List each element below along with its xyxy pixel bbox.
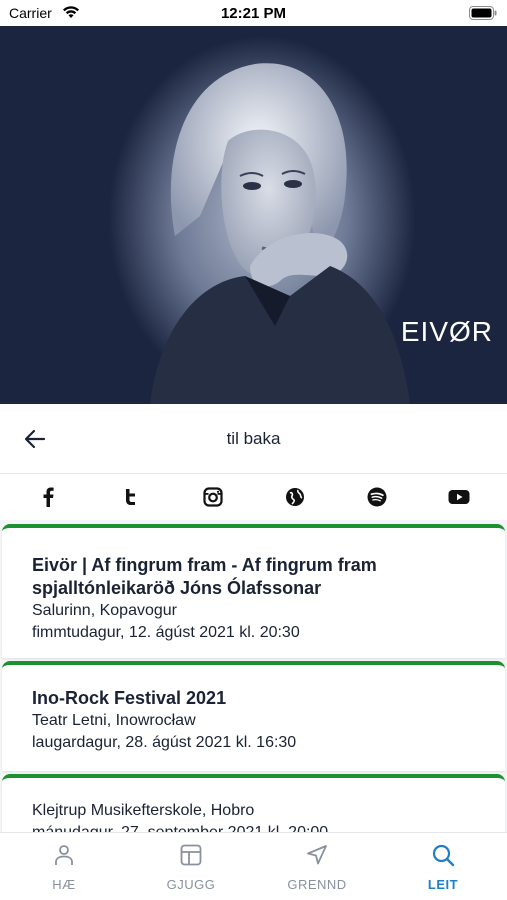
event-venue: Klejtrup Musikefterskole, Hobro	[32, 802, 255, 819]
tab-label: LEIT	[427, 877, 459, 892]
event-title: Ino-Rock Festival 2021	[32, 688, 227, 708]
artist-name: EIVØR	[400, 316, 493, 347]
event-venue: Salurinn, Kopavogur	[32, 602, 177, 619]
status-bar: Carrier 12:21 PM	[0, 0, 507, 26]
event-date: mánudagur, 27. september 2021 kl. 20:00	[32, 822, 485, 832]
tab-grennd[interactable]: GRENND	[272, 841, 362, 895]
globe-icon[interactable]	[284, 486, 306, 508]
clock: 12:21 PM	[220, 5, 287, 22]
layout-icon	[180, 844, 202, 866]
facebook-icon[interactable]	[37, 486, 59, 508]
event-title-continued: spjalltónleikaröð Jóns Ólafssonar	[32, 578, 322, 598]
tab-leit[interactable]: LEIT	[398, 841, 488, 895]
spotify-icon[interactable]	[366, 486, 388, 508]
tab-hae[interactable]: HÆ	[19, 841, 109, 895]
instagram-icon[interactable]	[202, 486, 224, 508]
back-label[interactable]: til baka	[0, 429, 507, 449]
twitter-icon[interactable]	[119, 486, 141, 508]
youtube-icon[interactable]	[448, 486, 470, 508]
tab-label: GJUGG	[166, 877, 216, 892]
artist-hero: EIVØR	[0, 26, 507, 404]
tab-label: GRENND	[287, 877, 347, 892]
event-title: Eivör | Af fingrum fram - Af fingrum fra…	[32, 555, 377, 575]
search-icon	[432, 844, 455, 867]
back-bar: til baka	[0, 404, 507, 474]
social-links	[0, 474, 507, 520]
event-card[interactable]: Ino-Rock Festival 2021 Teatr Letni, Inow…	[2, 661, 505, 771]
person-icon	[55, 845, 73, 865]
event-list: Eivör | Af fingrum fram - Af fingrum fra…	[0, 520, 507, 832]
event-date: fimmtudagur, 12. ágúst 2021 kl. 20:30	[32, 624, 300, 641]
tab-bar: HÆ GJUGG GRENND LEIT	[0, 832, 507, 900]
battery-icon	[469, 6, 497, 20]
event-card[interactable]: Eivör | Af fingrum fram - Af fingrum fra…	[2, 524, 505, 658]
event-date: laugardagur, 28. ágúst 2021 kl. 16:30	[32, 734, 297, 751]
tab-label: HÆ	[52, 877, 76, 892]
event-card[interactable]: Klejtrup Musikefterskole, Hobro mánudagu…	[2, 774, 505, 832]
event-venue: Teatr Letni, Inowrocław	[32, 712, 196, 729]
tab-gjugg[interactable]: GJUGG	[146, 841, 236, 895]
location-arrow-icon	[307, 845, 327, 865]
